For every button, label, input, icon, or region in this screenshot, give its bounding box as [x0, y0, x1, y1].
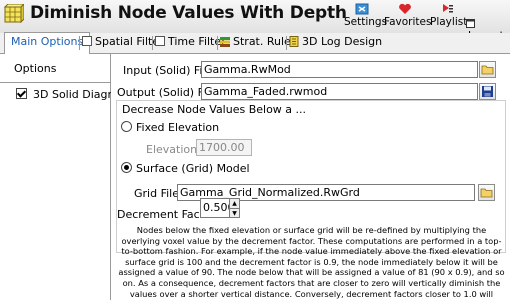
layout-button[interactable]: Layout — [466, 18, 508, 42]
spatial-filter-checkbox[interactable] — [82, 36, 92, 46]
options-header: Options — [0, 54, 110, 83]
folder-icon — [480, 188, 493, 198]
settings-icon — [355, 3, 369, 15]
tab-separator — [217, 36, 218, 50]
elevation-label: Elevation: — [146, 143, 201, 156]
browse-input-button[interactable] — [479, 61, 496, 78]
log-design-icon — [289, 36, 299, 47]
tab-separator — [286, 36, 287, 50]
browse-grid-button[interactable] — [478, 184, 495, 201]
input-file-field[interactable]: Gamma.RwMod — [201, 61, 478, 78]
group-title: Decrease Node Values Below a ... — [122, 103, 307, 116]
tab-strat-rules-label: Strat. Rules — [233, 35, 297, 48]
tab-spatial-filter-label: Spatial Filter — [95, 35, 164, 48]
decrement-factor-stepper[interactable]: 0.500 ▲ ▼ — [200, 198, 240, 218]
description-text: Nodes below the fixed elevation or surfa… — [118, 225, 505, 300]
main-options-panel: Input (Solid) File: Gamma.RwMod Output (… — [111, 54, 510, 300]
save-icon — [482, 86, 493, 97]
chevron-up-icon[interactable]: ▲ — [229, 199, 239, 208]
title-bar: Diminish Node Values With Depth Settings… — [0, 0, 510, 42]
strat-rules-icon — [220, 37, 230, 47]
surface-model-radio[interactable] — [121, 162, 132, 173]
heart-icon — [399, 3, 411, 14]
window-title: Diminish Node Values With Depth — [30, 3, 347, 23]
fixed-elevation-radio[interactable] — [121, 121, 132, 132]
favorites-button[interactable]: Favorites — [384, 3, 432, 31]
settings-label: Settings — [344, 16, 388, 28]
tab-3d-log-design[interactable]: 3D Log Design — [289, 33, 382, 52]
output-file-field[interactable]: Gamma_Faded.rwmod — [201, 83, 478, 100]
fixed-elevation-option[interactable]: Fixed Elevation — [121, 121, 219, 134]
grid-cube-icon — [4, 4, 24, 24]
options-pane: Options 3D Solid Diagram — [0, 54, 130, 300]
tab-3d-log-design-label: 3D Log Design — [302, 35, 383, 48]
settings-button[interactable]: Settings — [344, 3, 388, 31]
elevation-field[interactable]: 1700.00 — [196, 139, 252, 156]
tab-main-options[interactable]: Main Options — [4, 32, 91, 54]
playlist-icon — [443, 4, 453, 13]
folder-icon — [481, 65, 494, 75]
tab-separator — [79, 36, 80, 50]
time-filter-checkbox[interactable] — [155, 36, 165, 46]
tab-separator — [152, 36, 153, 50]
fixed-elevation-label: Fixed Elevation — [136, 121, 220, 134]
surface-model-label: Surface (Grid) Model — [136, 162, 250, 175]
grid-file-label: Grid File: — [134, 187, 183, 200]
layout-icon — [466, 19, 475, 28]
tab-main-options-label: Main Options — [11, 35, 84, 48]
surface-model-option[interactable]: Surface (Grid) Model — [121, 162, 250, 175]
tab-bar: Main Options Spatial Filter Time Filter … — [0, 32, 510, 54]
tab-time-filter[interactable]: Time Filter — [155, 33, 226, 52]
favorites-label: Favorites — [384, 16, 432, 28]
save-output-button[interactable] — [479, 83, 496, 100]
dialog-window: Diminish Node Values With Depth Settings… — [0, 0, 510, 300]
playlist-label: Playlist — [430, 16, 468, 28]
3d-solid-diagram-checkbox[interactable] — [16, 88, 27, 99]
chevron-down-icon[interactable]: ▼ — [229, 208, 239, 217]
options-header-label: Options — [14, 62, 57, 75]
playlist-button[interactable]: Playlist — [430, 3, 468, 31]
